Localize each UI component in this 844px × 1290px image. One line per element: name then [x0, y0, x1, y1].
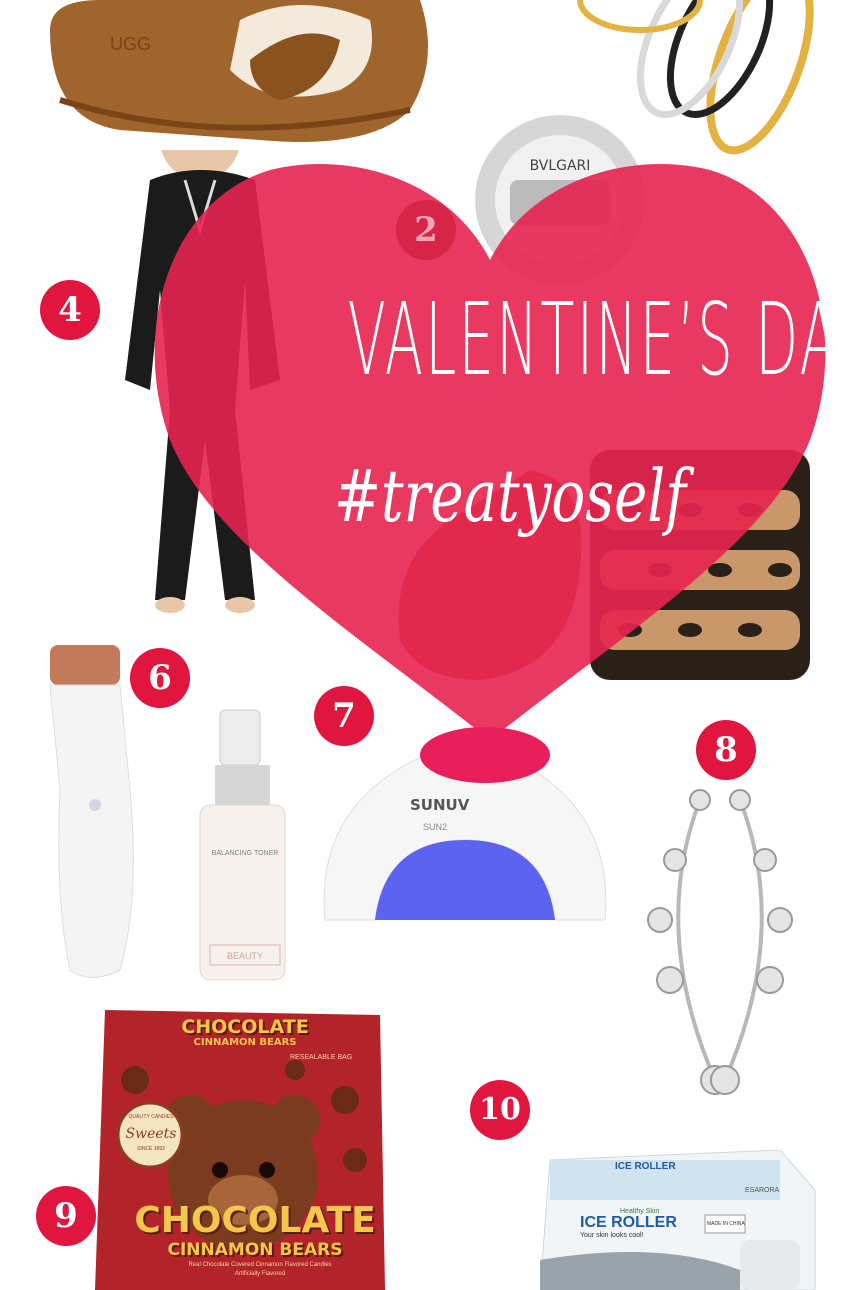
earrings-image: [647, 789, 793, 1095]
candy-brand: Sweets: [125, 1126, 177, 1142]
badge-8: 8: [696, 720, 756, 780]
slipper-image: UGG: [50, 0, 428, 142]
uv-lamp-image: SUNUV SUN2: [323, 727, 607, 921]
ice-roller-brand-top: ICE ROLLER: [615, 1161, 676, 1172]
candy-seal-top: QUALITY CANDIES: [128, 1114, 174, 1120]
slipper-brand: UGG: [110, 34, 151, 54]
heart-shape: [154, 164, 826, 740]
ice-roller-brand: ICE ROLLER: [580, 1214, 677, 1231]
badge-10: 10: [470, 1080, 530, 1140]
badge-4: 4: [40, 280, 100, 340]
candy-desc-2: Artificially Flavored: [234, 1271, 286, 1277]
hashtag-text: #treatyoself: [333, 454, 687, 538]
ice-roller-seller: ESARORA: [745, 1187, 780, 1194]
lamp-model: SUN2: [423, 822, 447, 832]
candy-top-sub: CINNAMON BEARS: [193, 1037, 297, 1048]
lamp-brand: SUNUV: [410, 796, 470, 814]
toner-bottle-image: BALANCING TONER BEAUTY: [199, 709, 286, 981]
candy-top-title: CHOCOLATE: [181, 1016, 309, 1038]
ice-roller-slogan: Your skin looks cool!: [580, 1232, 644, 1239]
toner-label: BALANCING TONER: [212, 850, 279, 857]
ice-roller-made: MADE IN CHINA: [707, 1221, 745, 1227]
candy-main-sub: CINNAMON BEARS: [167, 1240, 343, 1260]
candy-main-title: CHOCOLATE: [134, 1200, 376, 1241]
badge-7: 7: [314, 686, 374, 746]
candy-desc: Real Chocolate Covered Cinnamon Flavored…: [188, 1262, 332, 1268]
badge-9: 9: [36, 1186, 96, 1246]
badge-2: 2: [396, 200, 456, 260]
page-title: VALENTINE’S DAY: [347, 281, 844, 398]
candy-bag-note: RESEALABLE BAG: [290, 1054, 353, 1061]
badge-6: 6: [130, 648, 190, 708]
toner-brand: BEAUTY: [227, 951, 263, 961]
candy-seal-bottom: SINCE 1892: [137, 1146, 165, 1152]
